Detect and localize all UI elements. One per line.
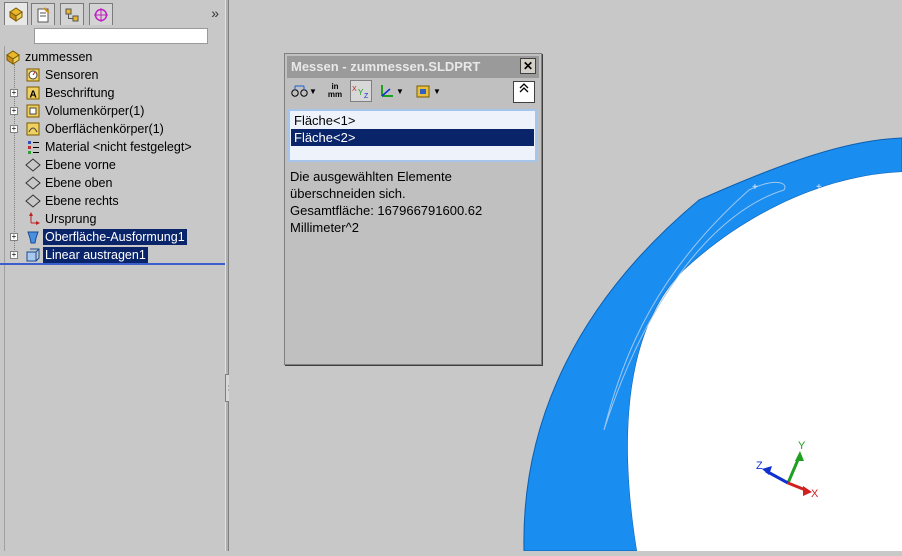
measure-dialog[interactable]: Messen - zummessen.SLDPRT ✕ ▼ in mm X Y … [284,53,542,365]
result-line: überschneiden sich. [290,186,406,201]
expand-icon[interactable]: + [10,233,18,241]
dropdown-arrow-icon[interactable]: ▼ [433,87,441,96]
vertex-marker: + [816,182,822,193]
tree-item[interactable]: + Linear austragen1 [5,246,226,264]
expand-icon[interactable]: + [10,89,18,97]
tree-item[interactable]: + Oberfläche-Ausformung1 [5,228,226,246]
dropdown-arrow-icon[interactable]: ▼ [309,87,317,96]
manager-tabs: » [2,2,225,25]
selection-list[interactable]: Fläche<1> Fläche<2> [288,109,537,162]
tree-item-label: Ebene vorne [45,158,116,172]
result-line: Die ausgewählten Elemente [290,169,452,184]
svg-text:Z: Z [364,93,369,99]
extrude-icon [25,247,41,263]
tree-item[interactable]: Sensoren [5,66,226,84]
selection-item[interactable]: Fläche<1> [291,112,534,129]
svg-text:A: A [30,90,37,101]
tree-item-label: Linear austragen1 [43,247,148,263]
tree-root[interactable]: zummessen [5,48,226,66]
tree-item-label: Oberfläche-Ausformung1 [43,229,187,245]
rollback-bar[interactable] [0,263,225,265]
tree-item[interactable]: Ursprung [5,210,226,228]
xyz-icon: X Y Z [352,86,369,99]
tree-item[interactable]: Ebene oben [5,174,226,192]
triad-z-label: Z [756,460,763,472]
history-icon [416,85,430,98]
units-precision-button[interactable]: in mm [325,80,345,102]
tree-item[interactable]: Ebene rechts [5,192,226,210]
tree-item[interactable]: Material <nicht festgelegt> [5,138,226,156]
dimxpert-icon [94,7,108,22]
history-button[interactable]: ▼ [411,80,445,102]
plane-icon [25,193,41,209]
tree-filter-input[interactable] [34,28,208,44]
svg-text:X: X [352,86,357,93]
measure-toolbar: ▼ in mm X Y Z ▼ ▼ [287,79,539,105]
tree-item-label: Ebene rechts [45,194,119,208]
units-label-bottom: mm [327,90,343,99]
double-chevron-up-icon [519,83,529,93]
material-icon [25,139,41,155]
triad-y-label: Y [798,440,806,452]
tree-item-label: Sensoren [45,68,99,82]
double-chevron-right-icon[interactable]: » [211,5,219,21]
vertex-marker: + [752,182,758,193]
collapse-button[interactable] [513,81,535,103]
tree-item-label: Beschriftung [45,86,115,100]
tree-item-label: Material <nicht festgelegt> [45,140,192,154]
tree-root-label: zummessen [25,50,93,64]
xyz-button[interactable]: X Y Z [350,80,372,102]
property-manager-icon [37,6,50,22]
tree-item[interactable]: + A Beschriftung [5,84,226,102]
feature-manager-icon [9,7,23,22]
arc-circle-measure-icon [291,85,308,97]
tree-item-label: Oberflächenkörper(1) [45,122,164,136]
result-line: Gesamtfläche: 167966791600.62 [290,203,483,218]
dialog-title: Messen - zummessen.SLDPRT [291,59,481,74]
tree-item-label: Ebene oben [45,176,113,190]
solid-bodies-icon [25,103,41,119]
tree-item-label: Ursprung [45,212,97,226]
tree-item[interactable]: + Oberflächenkörper(1) [5,120,226,138]
surface-loft-icon [25,229,41,245]
tab-feature-manager[interactable] [4,2,28,25]
expand-icon[interactable]: + [10,125,18,133]
sensor-icon [25,67,41,83]
expand-icon[interactable]: + [10,251,18,259]
surface-bodies-icon [25,121,41,137]
result-line: Millimeter^2 [290,220,359,235]
tree-item[interactable]: Ebene vorne [5,156,226,174]
close-button[interactable]: ✕ [520,58,536,74]
tab-dimxpert[interactable] [89,3,113,25]
arc-circle-measure-button[interactable]: ▼ [289,80,319,102]
expand-icon[interactable]: + [10,107,18,115]
origin-icon [25,211,41,227]
feature-manager-panel: » zummessen Sensoren + A Beschriftung + Volume… [0,0,227,551]
triad-x-label: X [811,488,819,500]
measure-results: Die ausgewählten Elemente überschneiden … [290,168,535,236]
tree-item-label: Volumenkörper(1) [45,104,145,118]
tab-configuration-manager[interactable] [60,3,84,25]
dropdown-arrow-icon[interactable]: ▼ [396,87,404,96]
dialog-titlebar[interactable]: Messen - zummessen.SLDPRT ✕ [287,56,539,78]
plane-icon [25,175,41,191]
selection-item[interactable]: Fläche<2> [291,129,534,146]
annotation-icon: A [25,85,41,101]
configuration-manager-icon [65,8,79,21]
projection-button[interactable]: ▼ [376,80,406,102]
part-icon [5,49,21,65]
plane-icon [25,157,41,173]
tree-item[interactable]: + Volumenkörper(1) [5,102,226,120]
feature-tree: zummessen Sensoren + A Beschriftung + Volumenk… [4,46,226,551]
projection-icon [381,85,394,97]
tab-property-manager[interactable] [31,3,55,25]
